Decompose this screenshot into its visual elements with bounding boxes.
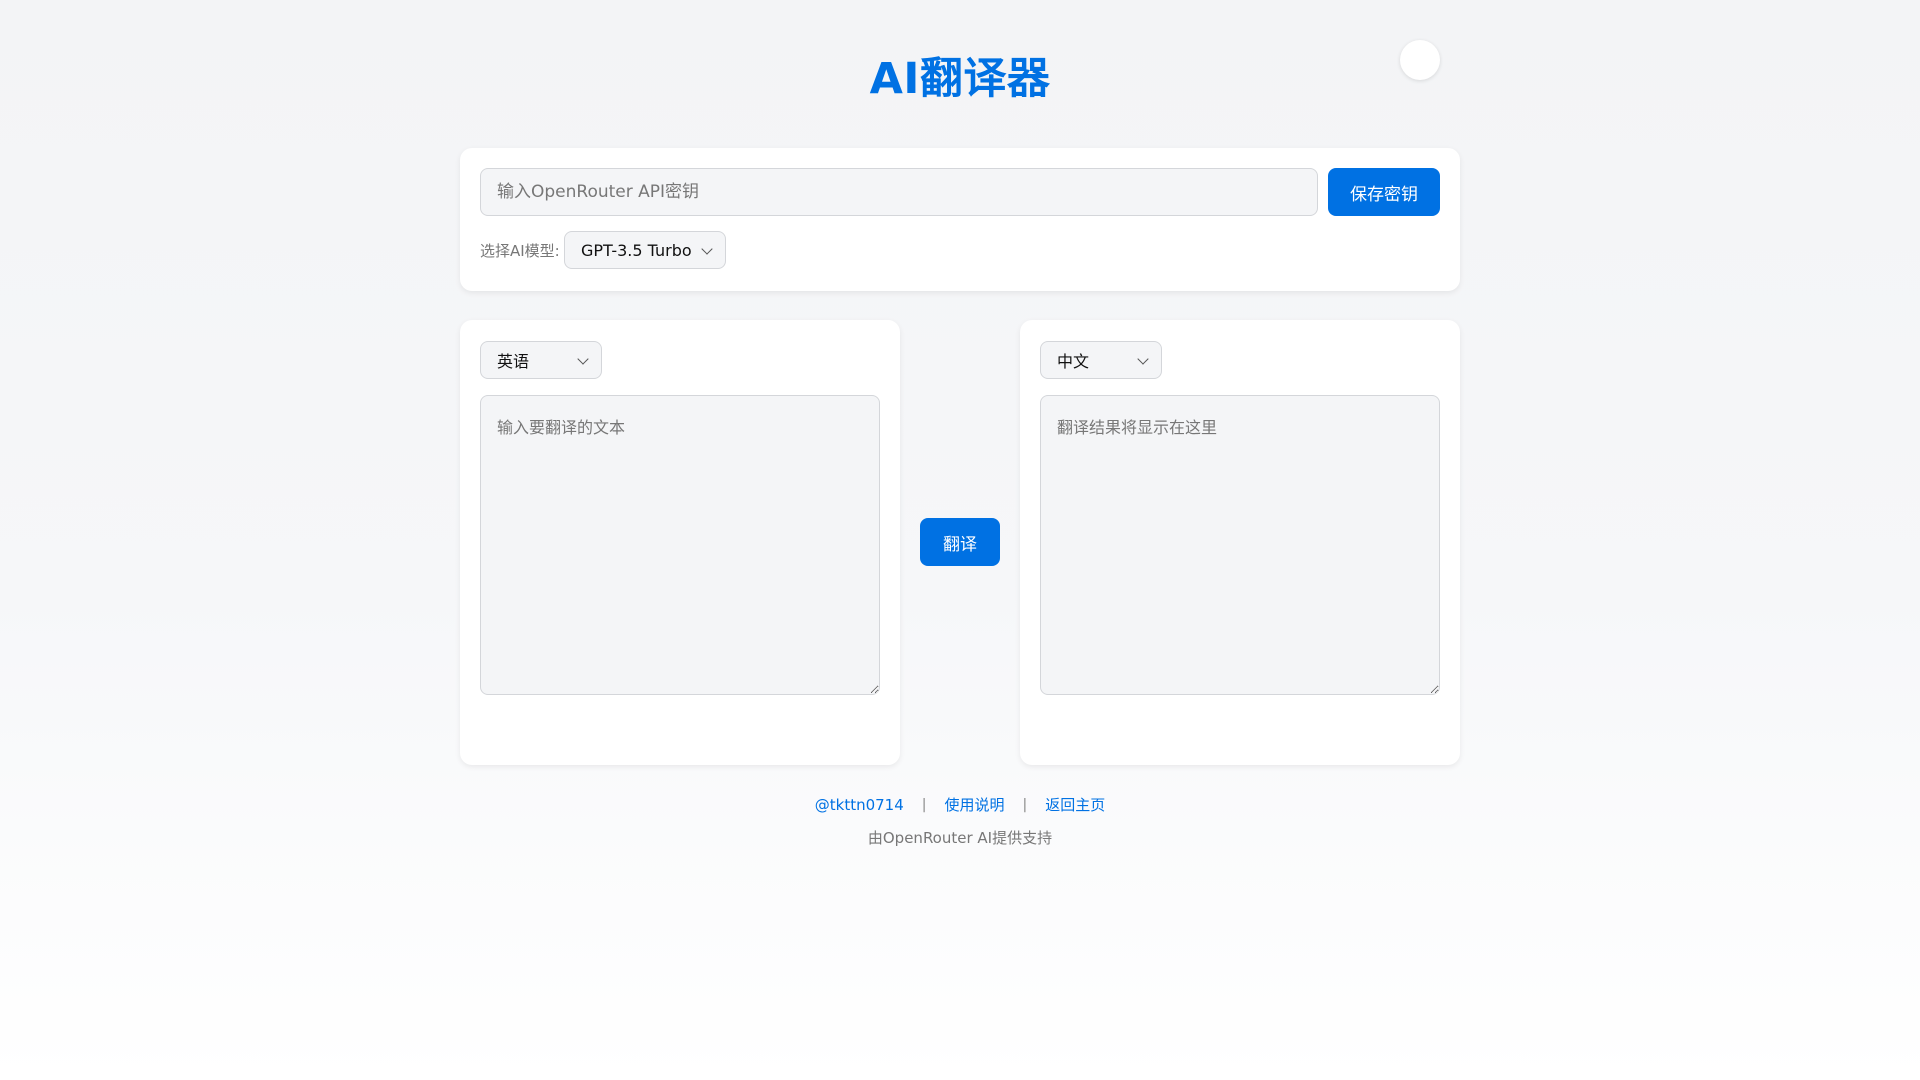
model-select[interactable]: GPT-3.5 Turbo bbox=[564, 231, 726, 269]
target-panel: 中文 bbox=[1020, 320, 1460, 765]
api-key-input[interactable] bbox=[480, 168, 1318, 216]
footer-separator: | bbox=[921, 796, 927, 813]
translate-button[interactable]: 翻译 bbox=[920, 518, 1000, 566]
chevron-down-icon bbox=[701, 243, 713, 255]
source-text-input[interactable] bbox=[480, 395, 880, 695]
model-select-value: GPT-3.5 Turbo bbox=[581, 240, 692, 260]
author-link[interactable]: @tkttn0714 bbox=[815, 796, 904, 814]
footer-links: @tkttn0714 | 使用说明 | 返回主页 bbox=[0, 794, 1920, 815]
target-language-select[interactable]: 中文 bbox=[1040, 341, 1162, 379]
chevron-down-icon bbox=[1137, 353, 1149, 365]
page-title: AI翻译器 bbox=[869, 54, 1051, 104]
footer-credit: 由OpenRouter AI提供支持 bbox=[867, 829, 1053, 847]
theme-toggle-button[interactable] bbox=[1400, 40, 1440, 80]
chevron-down-icon bbox=[577, 353, 589, 365]
api-config-card: 保存密钥 选择AI模型: GPT-3.5 Turbo bbox=[460, 148, 1460, 291]
target-language-value: 中文 bbox=[1057, 352, 1090, 371]
model-label: 选择AI模型: bbox=[480, 242, 560, 260]
target-text-output[interactable] bbox=[1040, 395, 1440, 695]
source-language-select[interactable]: 英语 bbox=[480, 341, 602, 379]
source-language-value: 英语 bbox=[497, 352, 530, 371]
page: AI翻译器 保存密钥 选择AI模型: GPT-3.5 Turbo 英语 翻译 中… bbox=[0, 0, 1920, 1080]
home-link[interactable]: 返回主页 bbox=[1045, 794, 1105, 815]
usage-guide-link[interactable]: 使用说明 bbox=[944, 794, 1004, 815]
source-panel: 英语 bbox=[460, 320, 900, 765]
save-key-button[interactable]: 保存密钥 bbox=[1328, 168, 1440, 216]
footer-separator: | bbox=[1022, 796, 1028, 813]
